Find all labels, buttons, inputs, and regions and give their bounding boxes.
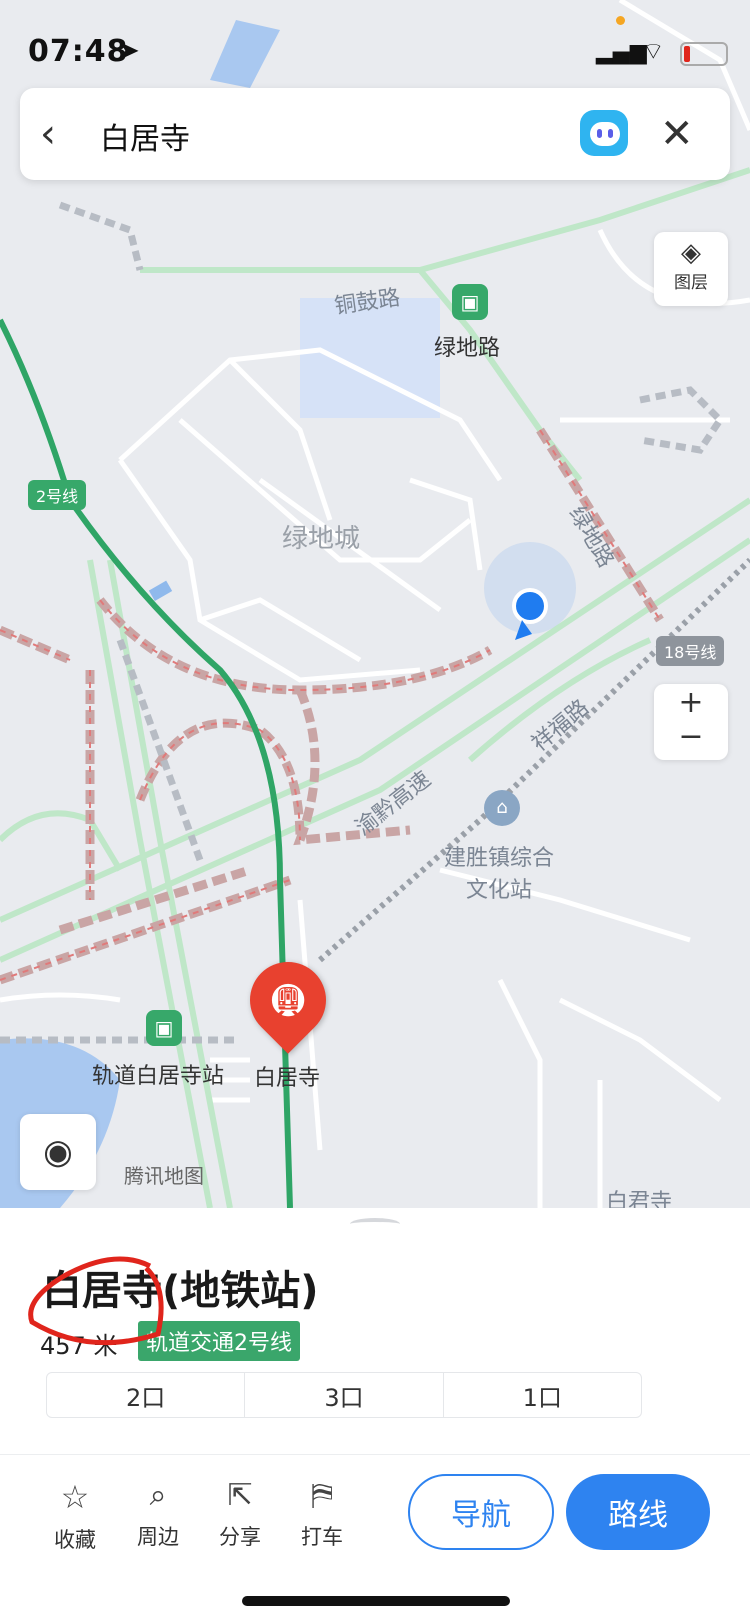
red-annotation-circle [28, 1256, 164, 1346]
exit-list: 2口 3口 1口 [46, 1372, 642, 1418]
nearby-button[interactable]: ⌕ 周边 [128, 1478, 188, 1551]
search-icon: ⌕ [149, 1478, 167, 1513]
bus-stop-icon[interactable]: ▣ [452, 284, 488, 320]
layers-icon: ◈ [681, 238, 701, 268]
battery-icon [680, 42, 728, 66]
navigate-button[interactable]: 导航 [408, 1474, 554, 1550]
search-input[interactable]: 白居寺 [100, 114, 190, 158]
exit-item[interactable]: 2口 [47, 1373, 246, 1417]
zoom-in-button[interactable]: + [654, 684, 728, 722]
sheet-handle[interactable] [350, 1218, 400, 1230]
bus-stop-icon[interactable]: ▣ [146, 1010, 182, 1046]
collect-label: 收藏 [54, 1528, 96, 1552]
wifi-icon: ⌔ [642, 37, 665, 65]
zoom-out-button[interactable]: − [654, 722, 728, 760]
locate-icon: ◉ [43, 1132, 73, 1172]
metro-station-pin-icon[interactable]: 🚇︎ [234, 946, 342, 1054]
route-button[interactable]: 路线 [566, 1474, 710, 1550]
taxi-button[interactable]: ⛿ 打车 [292, 1478, 352, 1551]
place-sheet: 白居寺(地铁站) 457 米 轨道交通2号线 2口 3口 1口 ☆ 收藏 ⌕ 周… [0, 1208, 750, 1624]
share-label: 分享 [219, 1525, 261, 1549]
map-watermark-tencent: 腾讯地图 [124, 1164, 204, 1188]
map-label-rail-station-bus[interactable]: 轨道白居寺站 [92, 1058, 224, 1090]
map-label-baijusi[interactable]: 白居寺 [254, 1060, 320, 1092]
layers-label: 图层 [674, 273, 708, 293]
collect-button[interactable]: ☆ 收藏 [45, 1478, 105, 1554]
map-label-lvdi-city: 绿地城 [282, 524, 361, 554]
exit-item[interactable]: 1口 [444, 1373, 641, 1417]
share-icon: ⇱ [227, 1478, 253, 1513]
locate-button[interactable]: ◉ [20, 1114, 96, 1190]
map-canvas [0, 0, 750, 1350]
location-arrow-icon: ➤ [118, 36, 140, 66]
star-icon: ☆ [60, 1478, 90, 1516]
map-view[interactable]: 铜鼓路 绿地路 绿地城 绿地路 2号线 18号线 祥福路 渝黔高速 建胜镇综合 … [0, 0, 750, 1350]
search-bar[interactable]: ‹ 白居寺 ✕ [20, 88, 730, 180]
taxi-label: 打车 [301, 1525, 343, 1549]
close-icon[interactable]: ✕ [660, 106, 694, 162]
home-indicator[interactable] [242, 1596, 510, 1606]
museum-icon[interactable]: ⌂ [484, 790, 520, 826]
map-badge-line-18[interactable]: 18号线 [656, 636, 725, 666]
status-dot [616, 16, 625, 25]
nearby-label: 周边 [137, 1525, 179, 1549]
exit-item[interactable]: 3口 [245, 1373, 444, 1417]
signal-icon: ▂▄▆ [596, 40, 647, 65]
share-button[interactable]: ⇱ 分享 [210, 1478, 270, 1551]
zoom-control: + − [654, 684, 728, 760]
map-badge-line-2[interactable]: 2号线 [28, 480, 87, 510]
assistant-face-icon[interactable] [580, 110, 628, 156]
sheet-divider [0, 1454, 750, 1455]
layers-button[interactable]: ◈ 图层 [654, 232, 728, 306]
taxi-icon: ⛿ [311, 1478, 333, 1513]
back-button[interactable]: ‹ [40, 106, 56, 162]
status-time: 07:48 [28, 34, 129, 69]
map-label-lvdi-road-bus[interactable]: 绿地路 [434, 330, 500, 362]
map-label-culture-station[interactable]: 建胜镇综合 文化站 [444, 840, 554, 904]
